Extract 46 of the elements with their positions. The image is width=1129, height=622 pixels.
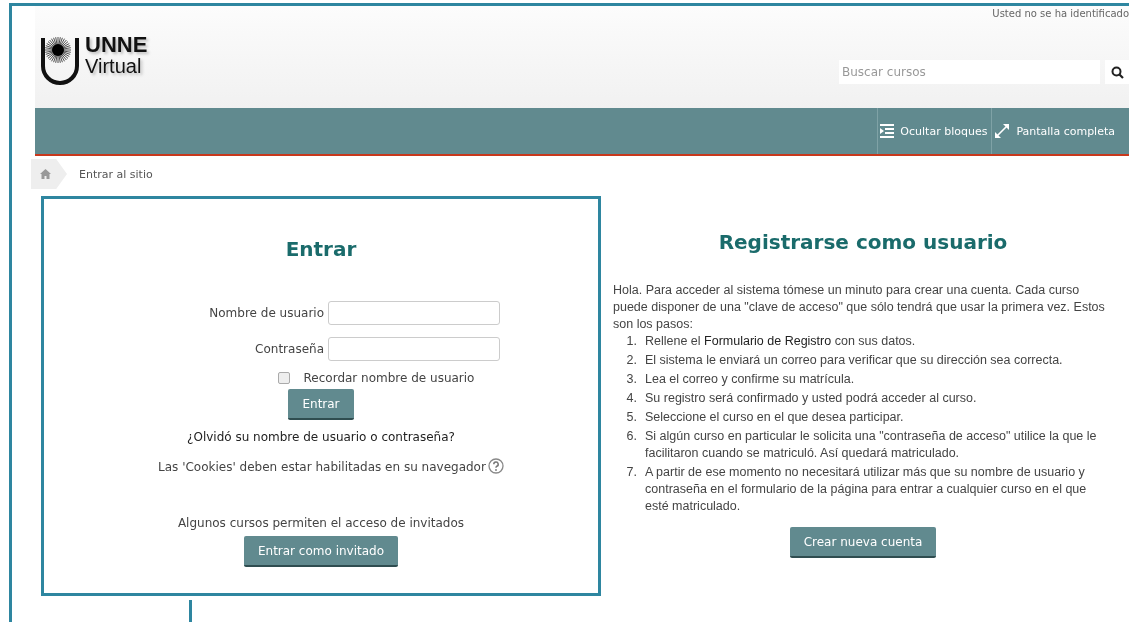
field-label: Contraseña <box>254 342 324 356</box>
sunburst-u-logo-icon <box>39 34 81 86</box>
help-icon[interactable] <box>487 458 504 474</box>
guest-access-note: Algunos cursos permiten el acceso de invitados <box>177 516 465 530</box>
step-text: Lea el correo y confirme su matrícula. <box>645 371 855 388</box>
step-number: 3. <box>625 371 638 388</box>
signup-intro-text: Hola. Para acceder al sistema tómese un minuto para crear una cuenta. Cada curso puede disponer de una "clave de acceso" que sólo tendrá que usar la primera vez. Estos son los pasos: <box>613 282 1106 333</box>
breadcrumb-home-tab[interactable] <box>31 159 67 189</box>
step-text: A partir de ese momento no necesitará utilizar más que su nombre de usuario y contraseña en el formulario de la página para entrar a cualquier curso en el que esté matriculado. <box>645 464 1088 515</box>
step-number: 2. <box>625 352 638 369</box>
forgot-password-link[interactable]: ¿Olvidó su nombre de usuario o contraseña? <box>187 430 455 444</box>
step-text: Su registro será confirmado y usted podrá acceder al curso. <box>645 390 977 407</box>
step-number: 6. <box>625 428 638 445</box>
step-number: 1. <box>625 333 638 350</box>
navbar-button[interactable]: Ocultar bloques <box>877 108 992 154</box>
logo-title: UNNE <box>85 34 148 56</box>
login-button[interactable]: Entrar <box>288 389 354 420</box>
login-heading: Entrar <box>285 237 357 261</box>
step-number: 5. <box>625 409 638 426</box>
step-text: Rellene el Formulario de Registro con sus datos. <box>645 333 916 350</box>
home-icon <box>39 169 51 179</box>
field-label: Nombre de usuario <box>208 306 324 320</box>
list-indent-icon <box>880 124 895 138</box>
registration-form-link[interactable]: Formulario de Registro <box>704 334 832 348</box>
create-account-button[interactable]: Crear nueva cuenta <box>789 527 937 558</box>
step-text: Seleccione el curso en el que desea participar. <box>645 409 904 426</box>
diagonal-arrows-icon <box>994 123 1011 139</box>
checkbox-label: Recordar nombre de usuario <box>303 371 475 385</box>
step-text: El sistema le enviará un correo para verificar que su dirección sea correcta. <box>645 352 1063 369</box>
logo-subtitle: Virtual <box>85 56 143 76</box>
input-field[interactable] <box>328 301 500 325</box>
search-field[interactable]: Buscar cursos <box>839 60 1100 84</box>
guest-login-button[interactable]: Entrar como invitado <box>243 536 399 567</box>
breadcrumb-link[interactable]: Entrar al sitio <box>79 167 153 181</box>
input-field[interactable] <box>328 337 500 361</box>
signup-heading: Registrarse como usuario <box>717 230 1009 254</box>
step-number: 4. <box>625 390 638 407</box>
leader-line <box>189 600 192 622</box>
search-icon <box>1110 65 1124 79</box>
step-number: 7. <box>625 464 638 481</box>
login-status-text: Usted no se ha identificado <box>992 8 1129 19</box>
remember-checkbox[interactable] <box>277 372 290 384</box>
cookies-notice: Las 'Cookies' deben estar habilitadas en su navegador <box>158 460 486 474</box>
search-button[interactable] <box>1105 60 1129 84</box>
navbar-button[interactable]: Pantalla completa <box>991 108 1129 154</box>
step-text: Si algún curso en particular le solicita una "contraseña de acceso" utilice la que le facilitaron cuando se matriculó. Así quedará matriculado. <box>645 428 1098 462</box>
